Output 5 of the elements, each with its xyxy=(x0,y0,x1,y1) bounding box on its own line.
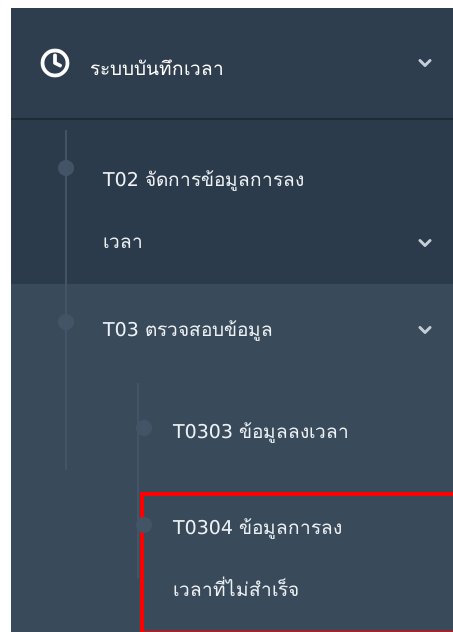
clock-icon xyxy=(40,48,70,78)
submenu-item[interactable]: T03 ตรวจสอบข้อมูล xyxy=(11,284,453,361)
submenu-link[interactable]: T0303 ข้อมูลลงเวลา xyxy=(140,361,453,492)
menu-group-header[interactable]: ระบบบันทึกเวลา xyxy=(11,8,453,120)
submenu-item[interactable]: T02 จัดการข้อมูลการลง เวลา xyxy=(11,120,453,284)
